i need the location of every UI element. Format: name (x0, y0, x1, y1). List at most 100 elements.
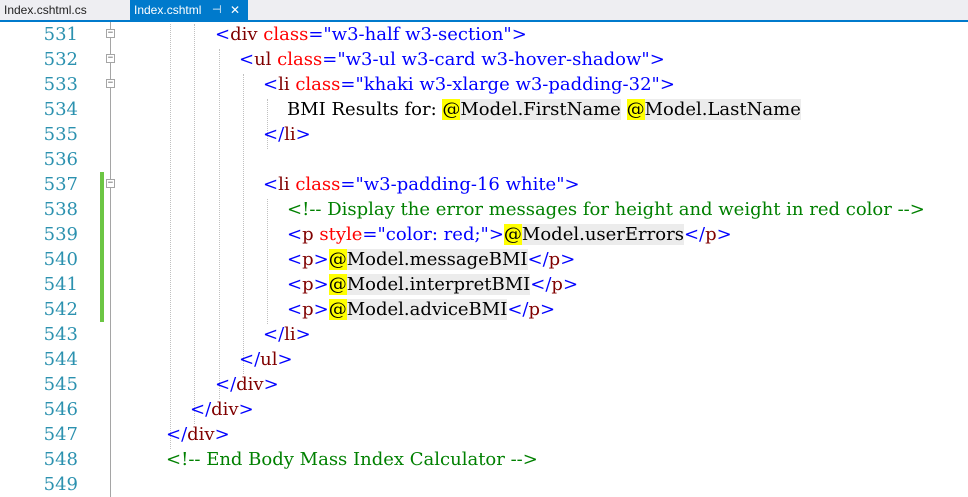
code-token-at: @ (328, 274, 347, 295)
code-token-tag: li (284, 324, 296, 345)
code-token-comment: <!-- Display the error messages for heig… (287, 199, 925, 220)
code-token-delim: > (540, 299, 556, 320)
line-number: 537 (43, 174, 78, 195)
tab-label: Index.cshtml (134, 3, 202, 17)
code-token-tag: li (278, 74, 290, 95)
code-token-at: @ (442, 99, 461, 120)
code-token-tag: p (551, 274, 563, 295)
code-line[interactable]: 536 (0, 147, 968, 172)
code-token-delim: > (263, 374, 279, 395)
code-token-delim: > (564, 174, 580, 195)
line-number: 535 (43, 124, 78, 145)
code-token-val: "w3-padding-16 white" (355, 174, 565, 195)
code-token-attr: class (257, 24, 309, 45)
code-token-delim: = (340, 74, 356, 95)
code-editor[interactable]: 531− <div class="w3-half w3-section"> 532−… (0, 22, 968, 497)
change-marker (100, 272, 104, 297)
code-token-tag: div (187, 424, 215, 445)
code-line[interactable]: 544 </ul> (0, 347, 968, 372)
code-token-delim: = (322, 49, 338, 70)
code-line[interactable]: 538 <!-- Display the error messages for h… (0, 197, 968, 222)
code-token-delim: > (238, 399, 254, 420)
code-text: </div> (215, 372, 279, 397)
code-text: <p>@Model.messageBMI</p> (287, 247, 575, 272)
code-line[interactable]: 543 </li> (0, 322, 968, 347)
code-text: <!-- End Body Mass Index Calculator --> (166, 447, 538, 472)
line-number: 548 (43, 449, 78, 470)
code-token-tag: ul (254, 49, 272, 70)
collapse-icon[interactable]: − (106, 179, 115, 188)
line-number: 542 (43, 299, 78, 320)
code-token-tag: li (278, 174, 290, 195)
tab-index-cshtml-cs[interactable]: Index.cshtml.cs (0, 0, 128, 20)
change-marker (100, 247, 104, 272)
line-number: 543 (43, 324, 78, 345)
line-number: 544 (43, 349, 78, 370)
code-token-razor: Model.userErrors (521, 224, 684, 245)
code-text: <ul class="w3-ul w3-card w3-hover-shadow… (239, 47, 665, 72)
code-token-delim: > (659, 74, 675, 95)
pin-icon[interactable]: ⊣ (212, 0, 222, 20)
code-line[interactable]: 534 BMI Results for: @Model.FirstName @Mo… (0, 97, 968, 122)
code-token-delim: < (287, 299, 303, 320)
code-line[interactable]: 539 <p style="color: red;">@Model.userErr… (0, 222, 968, 247)
code-token-tag: p (548, 249, 561, 270)
code-line[interactable]: 546 </div> (0, 397, 968, 422)
code-text: <li class="w3-padding-16 white"> (263, 172, 580, 197)
line-number: 541 (43, 274, 78, 295)
code-token-val: "w3-ul w3-card w3-hover-shadow" (337, 49, 650, 70)
code-token-delim: </ (530, 274, 552, 295)
code-line[interactable]: 549 (0, 472, 968, 497)
code-token-at: @ (503, 224, 522, 245)
collapse-icon[interactable]: − (106, 79, 115, 88)
code-token-delim: > (313, 299, 329, 320)
code-token-attr: class (271, 49, 323, 70)
code-line[interactable]: 545 </div> (0, 372, 968, 397)
code-line[interactable]: 532 − <ul class="w3-ul w3-card w3-hover-sh… (0, 47, 968, 72)
collapse-icon[interactable]: − (106, 29, 115, 38)
code-line[interactable]: 537 − <li class="w3-padding-16 white"> (0, 172, 968, 197)
code-token-tag: p (528, 299, 541, 320)
code-token-delim: </ (683, 224, 706, 245)
code-token-delim: </ (166, 424, 188, 445)
code-token-text: BMI Results for: (287, 99, 443, 120)
tab-index-cshtml[interactable]: Index.cshtml ⊣ ✕ (130, 0, 248, 20)
code-token-at: @ (626, 99, 645, 120)
code-token-delim: < (215, 24, 231, 45)
line-number: 533 (43, 74, 78, 95)
code-token-at: @ (328, 299, 347, 320)
code-line[interactable]: 540 <p>@Model.messageBMI</p> (0, 247, 968, 272)
code-token-tag: p (302, 249, 314, 270)
code-token-delim: < (287, 224, 303, 245)
close-icon[interactable]: ✕ (230, 0, 240, 20)
code-text: <li class="khaki w3-xlarge w3-padding-32… (263, 72, 675, 97)
code-token-tag: p (705, 224, 717, 245)
code-token-tag: li (284, 124, 296, 145)
code-token-razor: Model.messageBMI (346, 249, 528, 270)
code-token-val: "khaki w3-xlarge w3-padding-32" (355, 74, 660, 95)
code-token-at: @ (328, 249, 347, 270)
tab-label: Index.cshtml.cs (4, 3, 87, 17)
code-line[interactable]: 535 </li> (0, 122, 968, 147)
code-text: BMI Results for: @Model.FirstName @Model… (287, 97, 801, 122)
code-token-delim: </ (263, 124, 285, 145)
code-token-razor: Model.adviceBMI (346, 299, 508, 320)
code-line[interactable]: 548 <!-- End Body Mass Index Calculator -… (0, 447, 968, 472)
code-line[interactable]: 541 <p>@Model.interpretBMI</p> (0, 272, 968, 297)
code-token-delim: > (277, 349, 293, 370)
line-number: 538 (43, 199, 78, 220)
code-text: <div class="w3-half w3-section"> (215, 22, 527, 47)
code-line[interactable]: 531 − <div class="w3-half w3-section"> (0, 22, 968, 47)
line-number: 539 (43, 224, 78, 245)
code-token-delim: </ (239, 349, 261, 370)
code-line[interactable]: 542 <p>@Model.adviceBMI</p> (0, 297, 968, 322)
code-line[interactable]: 547 </div> (0, 422, 968, 447)
code-token-delim: > (313, 249, 329, 270)
code-token-tag: p (302, 224, 314, 245)
code-text: </li> (263, 122, 311, 147)
code-line[interactable]: 533 − <li class="khaki w3-xlarge w3-paddin… (0, 72, 968, 97)
code-token-delim: </ (263, 324, 285, 345)
code-token-delim: = (362, 224, 378, 245)
collapse-icon[interactable]: − (106, 54, 115, 63)
code-token-attr: class (289, 174, 341, 195)
